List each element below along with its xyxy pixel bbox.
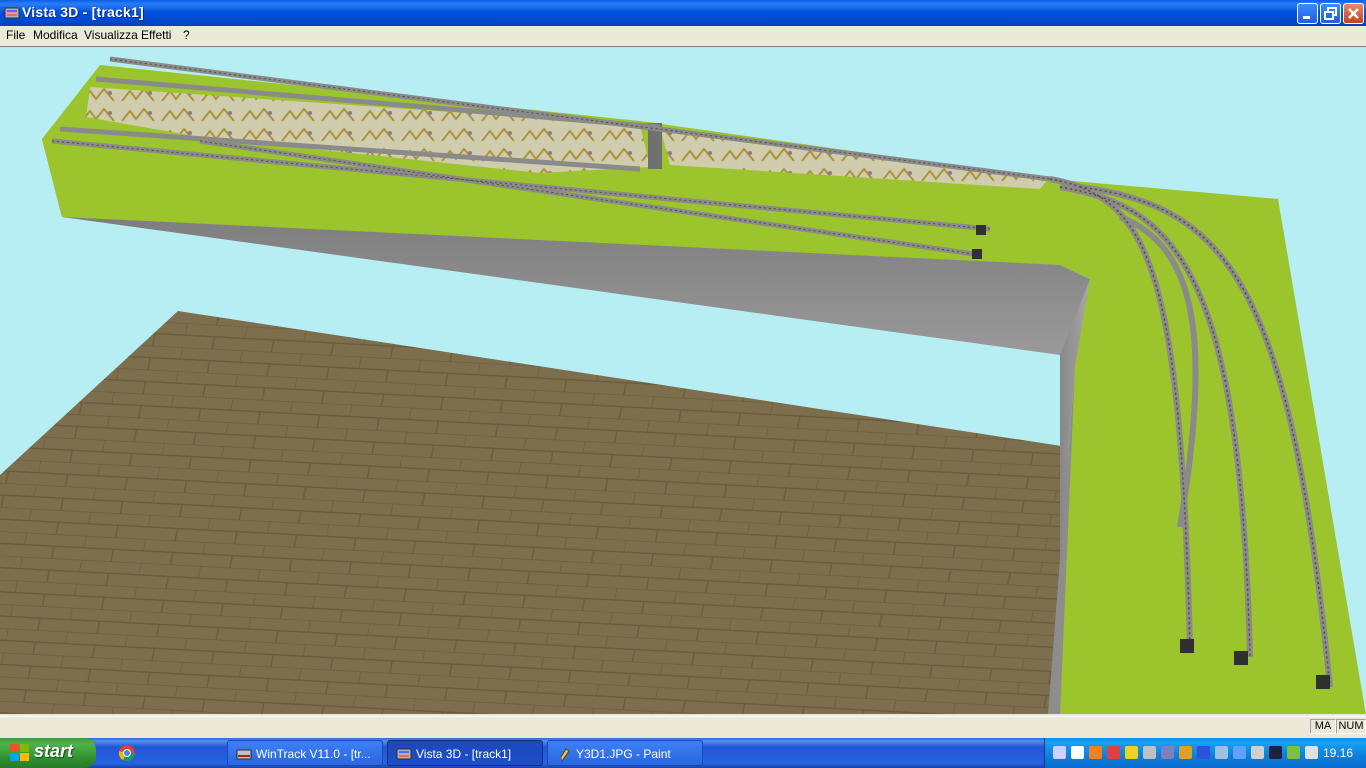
num-indicator: NUM bbox=[1336, 719, 1366, 734]
task-paint[interactable]: Y3D1.JPG - Paint bbox=[547, 740, 703, 766]
restore-button[interactable] bbox=[1320, 3, 1341, 24]
menu-help[interactable]: ? bbox=[183, 28, 190, 42]
restore-icon bbox=[1324, 7, 1337, 20]
menu-visualizza[interactable]: Visualizza bbox=[84, 28, 138, 42]
caps-indicator: MA bbox=[1310, 719, 1336, 734]
tray-wireless-icon[interactable] bbox=[1143, 746, 1156, 759]
tray-alert-icon[interactable] bbox=[1107, 746, 1120, 759]
menu-effetti[interactable]: Effetti bbox=[141, 28, 171, 42]
3d-viewport[interactable] bbox=[0, 46, 1366, 714]
menu-bar: File Modifica Visualizza Effetti ? bbox=[0, 26, 1366, 45]
tray-network-icon[interactable] bbox=[1053, 746, 1066, 759]
minimize-button[interactable] bbox=[1297, 3, 1318, 24]
task-label: Vista 3D - [track1] bbox=[416, 747, 512, 761]
close-button[interactable] bbox=[1343, 3, 1364, 24]
vista3d-icon bbox=[396, 748, 412, 760]
layout-3d-render bbox=[0, 56, 1366, 714]
window-title: Vista 3D - [track1] bbox=[22, 4, 144, 20]
tray-antivirus-icon[interactable] bbox=[1179, 746, 1192, 759]
tray-monitor-icon[interactable] bbox=[1161, 746, 1174, 759]
wintrack-icon bbox=[236, 749, 252, 760]
tray-usb-icon[interactable] bbox=[1287, 746, 1300, 759]
tray-terminal-icon[interactable] bbox=[1269, 746, 1282, 759]
tray-bluetooth-icon[interactable] bbox=[1197, 746, 1210, 759]
start-button[interactable]: start bbox=[0, 738, 96, 768]
menu-file[interactable]: File bbox=[6, 28, 25, 42]
tray-update-icon[interactable] bbox=[1233, 746, 1246, 759]
paint-icon bbox=[558, 748, 570, 762]
title-bar: Vista 3D - [track1] bbox=[0, 0, 1366, 26]
status-bar: MA NUM bbox=[0, 716, 1366, 737]
task-label: Y3D1.JPG - Paint bbox=[576, 747, 671, 761]
task-vista3d[interactable]: Vista 3D - [track1] bbox=[387, 740, 543, 766]
taskbar: start WinTrack V11.0 - [tr... Vista 3D -… bbox=[0, 738, 1366, 768]
tray-shield-icon[interactable] bbox=[1125, 746, 1138, 759]
menu-modifica[interactable]: Modifica bbox=[33, 28, 78, 42]
tray-app-icon[interactable] bbox=[1089, 746, 1102, 759]
start-label: start bbox=[34, 741, 74, 761]
system-tray: 19.16 bbox=[1044, 738, 1366, 768]
minimize-icon bbox=[1303, 16, 1310, 19]
tray-printer-icon[interactable] bbox=[1251, 746, 1264, 759]
close-icon bbox=[1348, 8, 1359, 19]
task-label: WinTrack V11.0 - [tr... bbox=[256, 747, 371, 761]
tray-volume-icon[interactable] bbox=[1305, 746, 1318, 759]
tray-clock[interactable]: 19.16 bbox=[1323, 746, 1353, 760]
tray-display-icon[interactable] bbox=[1215, 746, 1228, 759]
brick-floor bbox=[0, 311, 1068, 714]
chrome-icon[interactable] bbox=[119, 745, 135, 761]
tray-document-icon[interactable] bbox=[1071, 746, 1084, 759]
task-wintrack[interactable]: WinTrack V11.0 - [tr... bbox=[227, 740, 383, 766]
app-icon bbox=[4, 7, 20, 19]
windows-logo-icon bbox=[10, 744, 29, 761]
